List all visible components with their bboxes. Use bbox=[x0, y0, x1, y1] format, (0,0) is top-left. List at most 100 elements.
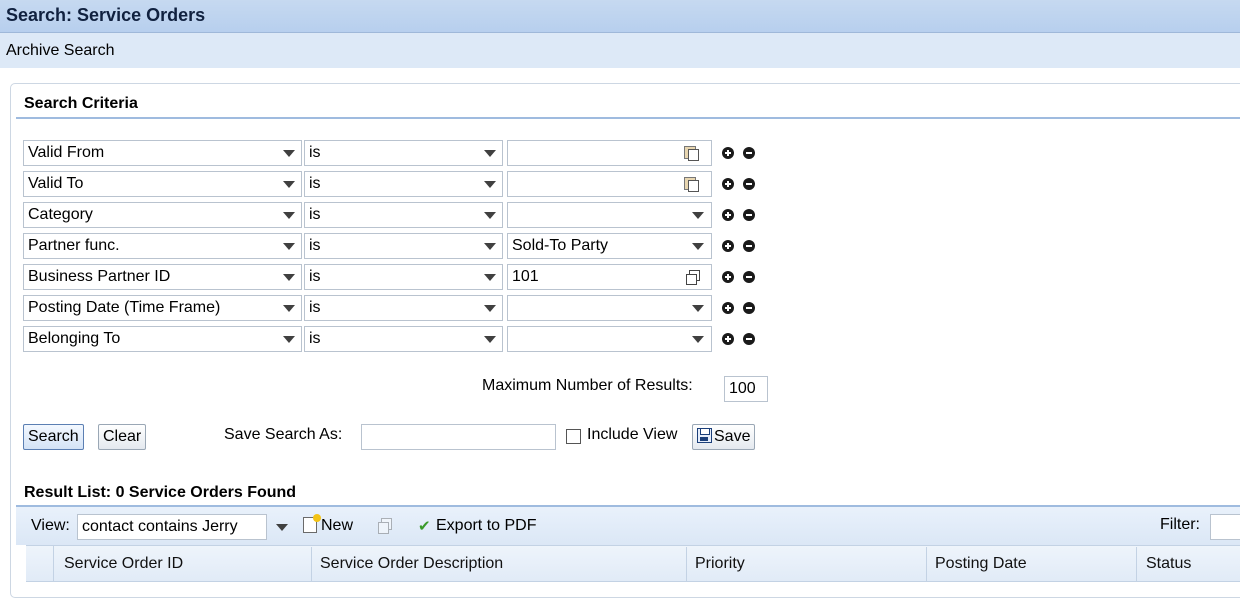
chevron-down-icon[interactable] bbox=[279, 233, 299, 259]
chevron-down-icon[interactable] bbox=[279, 326, 299, 352]
criteria-value-input[interactable] bbox=[507, 202, 712, 228]
plus-circle-icon[interactable] bbox=[722, 209, 734, 221]
chevron-down-icon[interactable] bbox=[480, 140, 500, 166]
criteria-row: Partner func. is Sold-To Party bbox=[0, 233, 1240, 259]
include-view-checkbox[interactable] bbox=[566, 429, 581, 444]
include-view-label: Include View bbox=[587, 426, 678, 443]
results-table-header bbox=[26, 545, 1240, 582]
save-search-as-input[interactable] bbox=[361, 424, 556, 450]
filter-label: Filter: bbox=[1160, 516, 1200, 533]
checkmark-icon[interactable]: ✔ bbox=[418, 517, 431, 535]
chevron-down-icon[interactable] bbox=[480, 326, 500, 352]
plus-circle-icon[interactable] bbox=[722, 302, 734, 314]
chevron-down-icon[interactable] bbox=[688, 233, 708, 259]
copy-icon bbox=[378, 518, 392, 534]
search-criteria-title: Search Criteria bbox=[24, 95, 138, 112]
criteria-field-select[interactable]: Valid From bbox=[23, 140, 302, 166]
max-results-input[interactable]: 100 bbox=[724, 376, 768, 402]
criteria-field-select[interactable]: Business Partner ID bbox=[23, 264, 302, 290]
chevron-down-icon[interactable] bbox=[279, 295, 299, 321]
plus-circle-icon[interactable] bbox=[722, 240, 734, 252]
plus-circle-icon[interactable] bbox=[722, 333, 734, 345]
minus-circle-icon[interactable] bbox=[743, 209, 755, 221]
chevron-down-icon[interactable] bbox=[279, 202, 299, 228]
criteria-operator-select[interactable]: is bbox=[304, 171, 503, 197]
chevron-down-icon[interactable] bbox=[279, 140, 299, 166]
chevron-down-icon[interactable] bbox=[480, 264, 500, 290]
column-divider bbox=[1136, 547, 1137, 581]
criteria-field-select[interactable]: Posting Date (Time Frame) bbox=[23, 295, 302, 321]
calendar-icon[interactable] bbox=[684, 177, 699, 192]
plus-circle-icon[interactable] bbox=[722, 147, 734, 159]
minus-circle-icon[interactable] bbox=[743, 333, 755, 345]
criteria-value-input[interactable] bbox=[507, 295, 712, 321]
search-button[interactable]: Search bbox=[23, 424, 84, 450]
view-select[interactable]: contact contains Jerry bbox=[77, 514, 267, 540]
criteria-operator-select[interactable]: is bbox=[304, 264, 503, 290]
floppy-icon bbox=[697, 428, 712, 443]
save-button[interactable]: Save bbox=[692, 424, 756, 450]
column-divider bbox=[926, 547, 927, 581]
criteria-row: Belonging To is bbox=[0, 326, 1240, 352]
criteria-operator-select[interactable]: is bbox=[304, 326, 503, 352]
chevron-down-icon[interactable] bbox=[688, 202, 708, 228]
chevron-down-icon[interactable] bbox=[688, 326, 708, 352]
chevron-down-icon[interactable] bbox=[480, 171, 500, 197]
criteria-row: Business Partner ID is 101 bbox=[0, 264, 1240, 290]
criteria-row: Valid From is bbox=[0, 140, 1240, 166]
column-header[interactable]: Priority bbox=[695, 555, 745, 573]
save-button-label: Save bbox=[714, 428, 751, 445]
column-divider bbox=[311, 547, 312, 581]
minus-circle-icon[interactable] bbox=[743, 147, 755, 159]
criteria-operator-select[interactable]: is bbox=[304, 295, 503, 321]
criteria-operator-select[interactable]: is bbox=[304, 233, 503, 259]
criteria-value-input[interactable]: Sold-To Party bbox=[507, 233, 712, 259]
minus-circle-icon[interactable] bbox=[743, 240, 755, 252]
archive-search-label: Archive Search bbox=[6, 42, 115, 59]
column-header[interactable]: Posting Date bbox=[935, 555, 1027, 573]
criteria-field-select[interactable]: Partner func. bbox=[23, 233, 302, 259]
criteria-field-select[interactable]: Valid To bbox=[23, 171, 302, 197]
row-selector-column[interactable] bbox=[26, 545, 54, 582]
criteria-value-input[interactable] bbox=[507, 326, 712, 352]
page-title: Search: Service Orders bbox=[6, 5, 206, 25]
new-button[interactable]: New bbox=[321, 517, 353, 535]
minus-circle-icon[interactable] bbox=[743, 302, 755, 314]
criteria-row: Valid To is bbox=[0, 171, 1240, 197]
new-document-icon[interactable] bbox=[303, 514, 321, 533]
criteria-operator-select[interactable]: is bbox=[304, 140, 503, 166]
criteria-field-select[interactable]: Belonging To bbox=[23, 326, 302, 352]
title-bar: Search: Service Orders bbox=[0, 0, 1240, 33]
clear-button[interactable]: Clear bbox=[98, 424, 147, 450]
plus-circle-icon[interactable] bbox=[722, 271, 734, 283]
chevron-down-icon[interactable] bbox=[272, 514, 292, 540]
export-to-pdf-button[interactable]: Export to PDF bbox=[436, 517, 536, 535]
criteria-value-input[interactable] bbox=[507, 140, 712, 166]
column-header[interactable]: Status bbox=[1146, 555, 1191, 573]
max-results-label: Maximum Number of Results: bbox=[482, 377, 693, 394]
column-header[interactable]: Service Order ID bbox=[64, 555, 183, 573]
chevron-down-icon[interactable] bbox=[480, 233, 500, 259]
criteria-field-select[interactable]: Category bbox=[23, 202, 302, 228]
sub-bar: Archive Search bbox=[0, 33, 1240, 68]
filter-input[interactable] bbox=[1210, 514, 1240, 540]
criteria-value-input[interactable]: 101 bbox=[507, 264, 712, 290]
column-header[interactable]: Service Order Description bbox=[320, 555, 503, 573]
minus-circle-icon[interactable] bbox=[743, 271, 755, 283]
view-label: View: bbox=[31, 517, 70, 534]
result-list-title: Result List: 0 Service Orders Found bbox=[24, 484, 297, 501]
criteria-value-input[interactable] bbox=[507, 171, 712, 197]
copy-icon[interactable] bbox=[686, 270, 700, 285]
plus-circle-icon[interactable] bbox=[722, 178, 734, 190]
chevron-down-icon[interactable] bbox=[688, 295, 708, 321]
chevron-down-icon[interactable] bbox=[279, 171, 299, 197]
calendar-icon[interactable] bbox=[684, 146, 699, 161]
criteria-operator-select[interactable]: is bbox=[304, 202, 503, 228]
chevron-down-icon[interactable] bbox=[480, 202, 500, 228]
chevron-down-icon[interactable] bbox=[279, 264, 299, 290]
column-divider bbox=[686, 547, 687, 581]
chevron-down-icon[interactable] bbox=[480, 295, 500, 321]
criteria-row: Posting Date (Time Frame) is bbox=[0, 295, 1240, 321]
section-divider bbox=[16, 117, 1240, 119]
minus-circle-icon[interactable] bbox=[743, 178, 755, 190]
